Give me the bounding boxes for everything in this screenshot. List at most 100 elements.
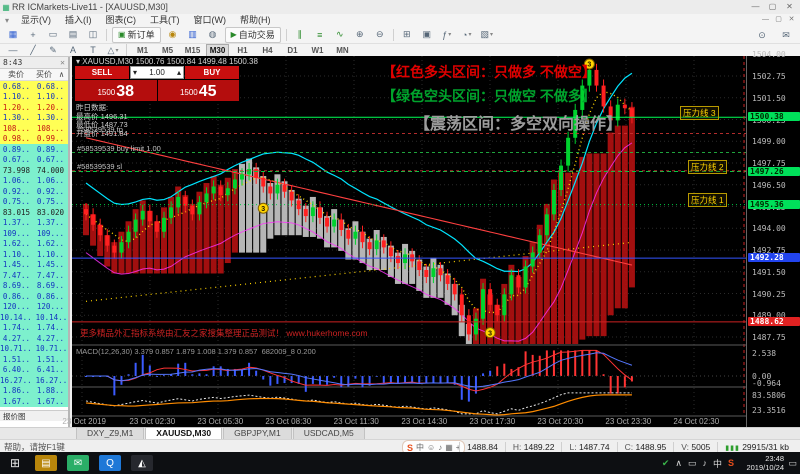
quote-row[interactable]: 108... 108...	[0, 123, 68, 134]
chat-icon[interactable]: ✉	[777, 27, 795, 43]
column-header[interactable]: 卖价	[0, 69, 28, 80]
buy-price[interactable]: 1500 45	[157, 80, 239, 101]
mdi-close-icon[interactable]: ✕	[785, 14, 798, 25]
start-button[interactable]: ⊞	[0, 456, 30, 470]
sogou-icon[interactable]: S	[728, 458, 734, 468]
market-icon[interactable]: ◍	[204, 27, 222, 43]
quote-row[interactable]: 0.98.. 0.99..	[0, 133, 68, 144]
notification-icon[interactable]: ▭	[788, 458, 797, 469]
volume-caret-icon[interactable]: ▾	[133, 68, 137, 77]
grid-icon[interactable]: ▤	[64, 27, 82, 43]
period-button-w1[interactable]: W1	[306, 44, 329, 57]
sort-icon[interactable]: ∧	[56, 70, 68, 79]
menu-item[interactable]: 显示(V)	[14, 14, 58, 26]
quote-row[interactable]: 10.14.. 10.14..	[0, 312, 68, 323]
quote-row[interactable]: 0.67.. 0.67..	[0, 154, 68, 165]
quote-row[interactable]: 1.45.. 1.45..	[0, 259, 68, 270]
speaker-icon[interactable]: ♪	[702, 458, 707, 468]
ime-icon[interactable]: 中	[713, 457, 722, 470]
quote-row[interactable]: 1.51.. 1.51..	[0, 354, 68, 365]
cursor-icon[interactable]: ▭	[44, 27, 62, 43]
templates-icon[interactable]: ▧ ▾	[478, 27, 496, 43]
quote-row[interactable]: 1.67.. 1.67..	[0, 396, 68, 407]
quote-row[interactable]: 0.89.. 0.89..	[0, 144, 68, 155]
close-icon[interactable]: ✕	[60, 58, 65, 67]
qq-browser-icon[interactable]: Q	[99, 455, 121, 471]
taskbar-clock[interactable]: 23:48 2019/10/24	[746, 454, 784, 472]
arrange-icon[interactable]: ▣	[418, 27, 436, 43]
sogou-icon[interactable]: ♪	[438, 443, 442, 452]
price-axis[interactable]: 1504.001502.751501.501500.251499.001497.…	[746, 50, 800, 427]
volume-spinner-icon[interactable]: ▴	[177, 68, 181, 77]
quote-row[interactable]: 8.69.. 8.69..	[0, 280, 68, 291]
quote-row[interactable]: 109... 109...	[0, 228, 68, 239]
quote-row[interactable]: 4.27.. 4.27..	[0, 333, 68, 344]
indicators-icon[interactable]: ◉	[164, 27, 182, 43]
new-order-button[interactable]: ▣ 新订单	[112, 26, 161, 43]
pencil-tool-icon[interactable]: ✎	[44, 42, 62, 58]
period-button-m1[interactable]: M1	[131, 44, 154, 57]
safety-icon[interactable]: ✔	[662, 458, 670, 469]
zoom-out-icon[interactable]: ⊖	[371, 27, 389, 43]
quote-row[interactable]: 1.30.. 1.30..	[0, 112, 68, 123]
network-icon[interactable]: ▭	[688, 458, 697, 469]
sogou-icon[interactable]: ▦	[445, 443, 453, 452]
periods-dropdown-icon[interactable]: ◔ ▾	[458, 27, 476, 43]
volume-input[interactable]: ▾ 1.00 ▴	[130, 66, 184, 79]
menu-item[interactable]: 图表(C)	[99, 14, 144, 26]
quote-row[interactable]: 1.20.. 1.20..	[0, 102, 68, 113]
sell-price[interactable]: 1500 38	[75, 80, 157, 101]
quote-row[interactable]: 0.92.. 0.92..	[0, 186, 68, 197]
quote-row[interactable]: 16.27.. 16.27..	[0, 375, 68, 386]
bar-chart-icon[interactable]: ∥	[291, 27, 309, 43]
wechat-icon[interactable]: ✉	[67, 455, 89, 471]
buy-button[interactable]: BUY	[185, 66, 239, 79]
period-button-m5[interactable]: M5	[156, 44, 179, 57]
quote-row[interactable]: 0.75.. 0.75..	[0, 196, 68, 207]
add-indicator-icon[interactable]: ƒ ▾	[438, 27, 456, 43]
quote-row[interactable]: 1.74.. 1.74..	[0, 322, 68, 333]
photoshop-icon[interactable]: ◭	[131, 455, 153, 471]
quote-row[interactable]: 1.37.. 1.37..	[0, 217, 68, 228]
maximize-icon[interactable]: ▢	[764, 0, 781, 13]
quote-row[interactable]: 6.40.. 6.41..	[0, 364, 68, 375]
menu-item[interactable]: 帮助(H)	[233, 14, 278, 26]
menu-item[interactable]: 插入(I)	[58, 14, 99, 26]
period-button-m30[interactable]: M30	[206, 43, 229, 57]
sogou-icon[interactable]: S	[407, 443, 413, 453]
minimize-icon[interactable]: —	[747, 0, 764, 13]
period-button-h1[interactable]: H1	[231, 44, 254, 57]
quote-row[interactable]: 120... 120...	[0, 301, 68, 312]
chart-tab-dxy-z9-m1[interactable]: DXY_Z9,M1	[76, 427, 145, 439]
chart-tab-gbpjpy-m1[interactable]: GBPJPY,M1	[223, 427, 292, 439]
quote-row[interactable]: 1.10.. 1.10..	[0, 91, 68, 102]
chart-tab-xauusd-m30[interactable]: XAUUSD,M30	[145, 427, 223, 439]
quote-row[interactable]: 1.06.. 1.06..	[0, 175, 68, 186]
zoom-in-icon[interactable]: ⊕	[351, 27, 369, 43]
sogou-icon[interactable]: ☺	[427, 443, 435, 452]
quote-row[interactable]: 83.015 83.020	[0, 207, 68, 218]
menu-item[interactable]: 窗口(W)	[187, 14, 234, 26]
quote-row[interactable]: 7.47.. 7.47..	[0, 270, 68, 281]
period-button-h4[interactable]: H4	[256, 44, 279, 57]
chart-window-icon[interactable]: ▦	[4, 27, 22, 43]
mdi-minimize-icon[interactable]: —	[759, 14, 772, 25]
search-icon[interactable]: ⊙	[753, 27, 771, 43]
quote-row[interactable]: 10.71.. 10.71..	[0, 343, 68, 354]
chart-plot[interactable]: 333	[72, 56, 746, 427]
quote-row[interactable]: 0.86.. 0.86..	[0, 291, 68, 302]
menu-item[interactable]: 工具(T)	[143, 14, 187, 26]
tile-windows-icon[interactable]: ⊞	[398, 27, 416, 43]
period-button-d1[interactable]: D1	[281, 44, 304, 57]
mdi-restore-icon[interactable]: ▢	[772, 14, 785, 25]
period-button-m15[interactable]: M15	[181, 44, 204, 57]
up-arrow-icon[interactable]: ∧	[675, 458, 682, 469]
crosshair-icon[interactable]: +	[24, 27, 42, 43]
terminal-icon[interactable]: ▥	[184, 27, 202, 43]
hline-tool-icon[interactable]: ―	[4, 42, 22, 58]
column-header[interactable]: 买价	[28, 69, 56, 80]
close-icon[interactable]: ✕	[781, 0, 798, 13]
period-button-mn[interactable]: MN	[331, 44, 354, 57]
chart-area[interactable]: 333 1504.001502.751501.501500.251499.001…	[62, 50, 800, 427]
trendline-tool-icon[interactable]: ╱	[24, 42, 42, 58]
